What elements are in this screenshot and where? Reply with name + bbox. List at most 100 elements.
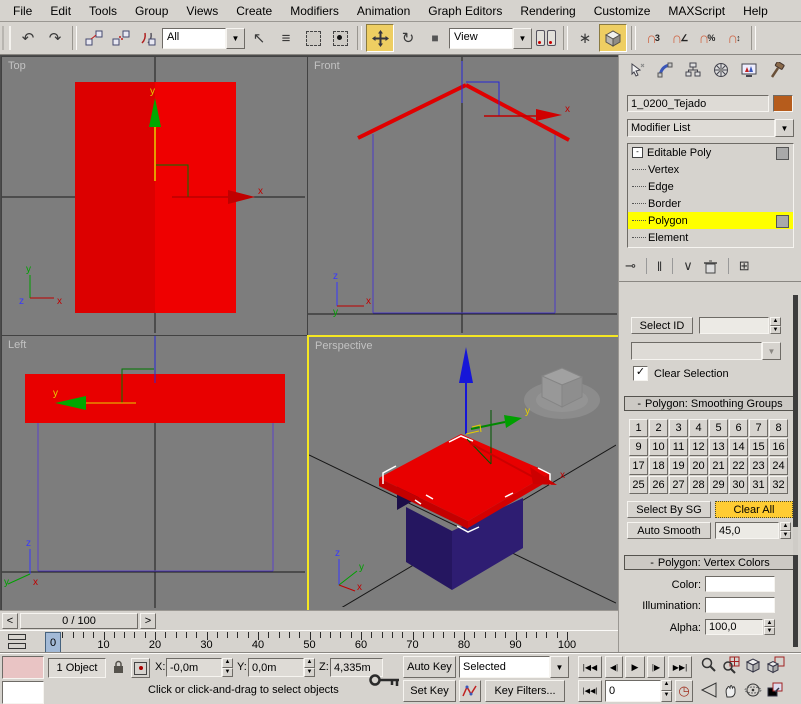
maxscript-mini-listener-pink[interactable]	[2, 656, 44, 679]
menu-views[interactable]: Views	[177, 2, 227, 20]
panel-scrollbar[interactable]	[793, 295, 798, 647]
clear-selection-checkbox[interactable]: ✓	[633, 366, 648, 381]
viewport-front[interactable]: x z x y Front	[307, 56, 620, 336]
pan-button[interactable]	[722, 680, 741, 703]
smoothing-group-17[interactable]: 17	[629, 457, 648, 475]
pin-stack-button[interactable]: ⊸	[625, 258, 636, 274]
tab-modify[interactable]	[651, 58, 678, 82]
show-end-result-button[interactable]: ‖	[657, 259, 662, 274]
house-model[interactable]	[379, 434, 550, 590]
menu-edit[interactable]: Edit	[41, 2, 80, 20]
current-frame-field[interactable]: 0	[605, 680, 661, 702]
chevron-down-icon[interactable]: ▼	[513, 28, 532, 49]
gizmo-z-arrow[interactable]	[459, 347, 473, 383]
stack-item-element[interactable]: Element	[628, 229, 793, 246]
smoothing-group-14[interactable]: 14	[729, 438, 748, 456]
current-frame-spinner[interactable]: ▲▼	[661, 680, 672, 702]
set-key-button[interactable]: Set Key	[403, 680, 456, 702]
clear-all-button[interactable]: Clear All	[715, 501, 793, 518]
percent-snap-toggle[interactable]: ∩%	[694, 25, 720, 51]
smoothing-group-6[interactable]: 6	[729, 419, 748, 437]
menu-modifiers[interactable]: Modifiers	[281, 2, 348, 20]
smoothing-group-19[interactable]: 19	[669, 457, 688, 475]
smoothing-group-12[interactable]: 12	[689, 438, 708, 456]
collapse-icon[interactable]: -	[632, 147, 643, 158]
smoothing-group-5[interactable]: 5	[709, 419, 728, 437]
smoothing-group-32[interactable]: 32	[769, 476, 788, 494]
vertex-colors-rollout-header[interactable]: - Polygon: Vertex Colors	[624, 555, 796, 570]
chevron-down-icon[interactable]: ▼	[762, 342, 781, 360]
smoothing-group-16[interactable]: 16	[769, 438, 788, 456]
menu-tools[interactable]: Tools	[80, 2, 126, 20]
viewport-top[interactable]: y x y z x Top	[1, 56, 308, 336]
smoothing-group-28[interactable]: 28	[689, 476, 708, 494]
keyboard-shortcut-override-toggle[interactable]	[599, 24, 627, 52]
smoothing-group-22[interactable]: 22	[729, 457, 748, 475]
smoothing-group-4[interactable]: 4	[689, 419, 708, 437]
mirror-button[interactable]	[533, 25, 559, 51]
smoothing-group-8[interactable]: 8	[769, 419, 788, 437]
chevron-down-icon[interactable]: ▼	[775, 119, 794, 137]
alpha-spinner[interactable]: ▲ ▼	[764, 619, 775, 635]
absolute-offset-mode-toggle[interactable]	[131, 658, 150, 678]
smoothing-group-15[interactable]: 15	[749, 438, 768, 456]
menu-file[interactable]: File	[4, 2, 41, 20]
field-of-view-button[interactable]	[700, 680, 719, 700]
smoothing-group-27[interactable]: 27	[669, 476, 688, 494]
selection-set-dropdown[interactable]: Selected ▼	[459, 656, 569, 678]
smoothing-group-11[interactable]: 11	[669, 438, 688, 456]
selection-lock-toggle[interactable]	[112, 659, 125, 678]
select-and-scale-button[interactable]: ■	[422, 25, 448, 51]
gizmo-y-arrow[interactable]	[504, 415, 522, 428]
smoothing-group-20[interactable]: 20	[689, 457, 708, 475]
select-id-button[interactable]: Select ID	[631, 317, 693, 334]
spinner-snap-toggle[interactable]: ∩↕	[721, 25, 747, 51]
spinner-up-icon[interactable]: ▲	[770, 317, 781, 326]
remove-modifier-button[interactable]	[703, 259, 718, 274]
arc-rotate-button[interactable]	[744, 680, 763, 703]
make-unique-button[interactable]: ∨	[683, 258, 693, 274]
smoothing-group-2[interactable]: 2	[649, 419, 668, 437]
spinner-down-icon[interactable]: ▼	[770, 326, 781, 335]
smoothing-group-1[interactable]: 1	[629, 419, 648, 437]
previous-frame-playback-button[interactable]: ◀|	[605, 656, 623, 678]
tab-create[interactable]	[623, 58, 650, 82]
smoothing-group-9[interactable]: 9	[629, 438, 648, 456]
time-slider-handle[interactable]: 0	[45, 632, 61, 653]
select-and-manipulate-button[interactable]: ∗	[572, 25, 598, 51]
viewport-label-front[interactable]: Front	[314, 60, 340, 72]
stack-item-editable-poly[interactable]: -Editable Poly	[628, 144, 793, 161]
select-id-field[interactable]	[699, 317, 769, 334]
smoothing-group-25[interactable]: 25	[629, 476, 648, 494]
object-color-swatch[interactable]	[773, 95, 793, 112]
smoothing-group-23[interactable]: 23	[749, 457, 768, 475]
stack-item-swatch[interactable]	[776, 215, 789, 228]
reference-coordinate-combo[interactable]: View ▼	[449, 28, 532, 49]
roof-edge[interactable]	[466, 85, 569, 140]
go-to-end-button[interactable]: ▶▶|	[668, 656, 692, 678]
select-and-link-button[interactable]	[81, 25, 107, 51]
open-mini-curve-editor-button[interactable]	[4, 633, 30, 650]
spinner-up-icon[interactable]: ▲	[764, 619, 775, 627]
zoom-extents-all-button[interactable]	[766, 656, 785, 679]
menu-rendering[interactable]: Rendering	[511, 2, 584, 20]
stack-item-swatch[interactable]	[776, 147, 789, 160]
auto-smooth-spinner[interactable]: ▲ ▼	[780, 522, 791, 539]
time-slider-scrubber[interactable]: 0 / 100	[20, 613, 138, 629]
smoothing-group-10[interactable]: 10	[649, 438, 668, 456]
menu-group[interactable]: Group	[126, 2, 177, 20]
viewport-perspective[interactable]: y x z y x Perspective	[307, 335, 622, 613]
undo-button[interactable]: ↶	[15, 25, 41, 51]
smoothing-group-3[interactable]: 3	[669, 419, 688, 437]
go-to-start-button[interactable]: |◀◀	[578, 656, 602, 678]
configure-modifier-sets-button[interactable]: ⊞	[739, 258, 750, 274]
modifier-list-dropdown[interactable]: Modifier List ▼	[627, 119, 794, 137]
select-by-name-button[interactable]: ≡	[273, 25, 299, 51]
select-object-button[interactable]: ↖	[246, 25, 272, 51]
next-frame-button[interactable]: >	[140, 613, 156, 629]
material-id-dropdown[interactable]: ▼	[631, 342, 781, 360]
selection-filter-combo[interactable]: All ▼	[162, 28, 245, 49]
toolbar-grip[interactable]	[2, 26, 11, 50]
alpha-field[interactable]: 100,0	[705, 619, 763, 635]
key-filters-button[interactable]: Key Filters...	[485, 680, 565, 702]
